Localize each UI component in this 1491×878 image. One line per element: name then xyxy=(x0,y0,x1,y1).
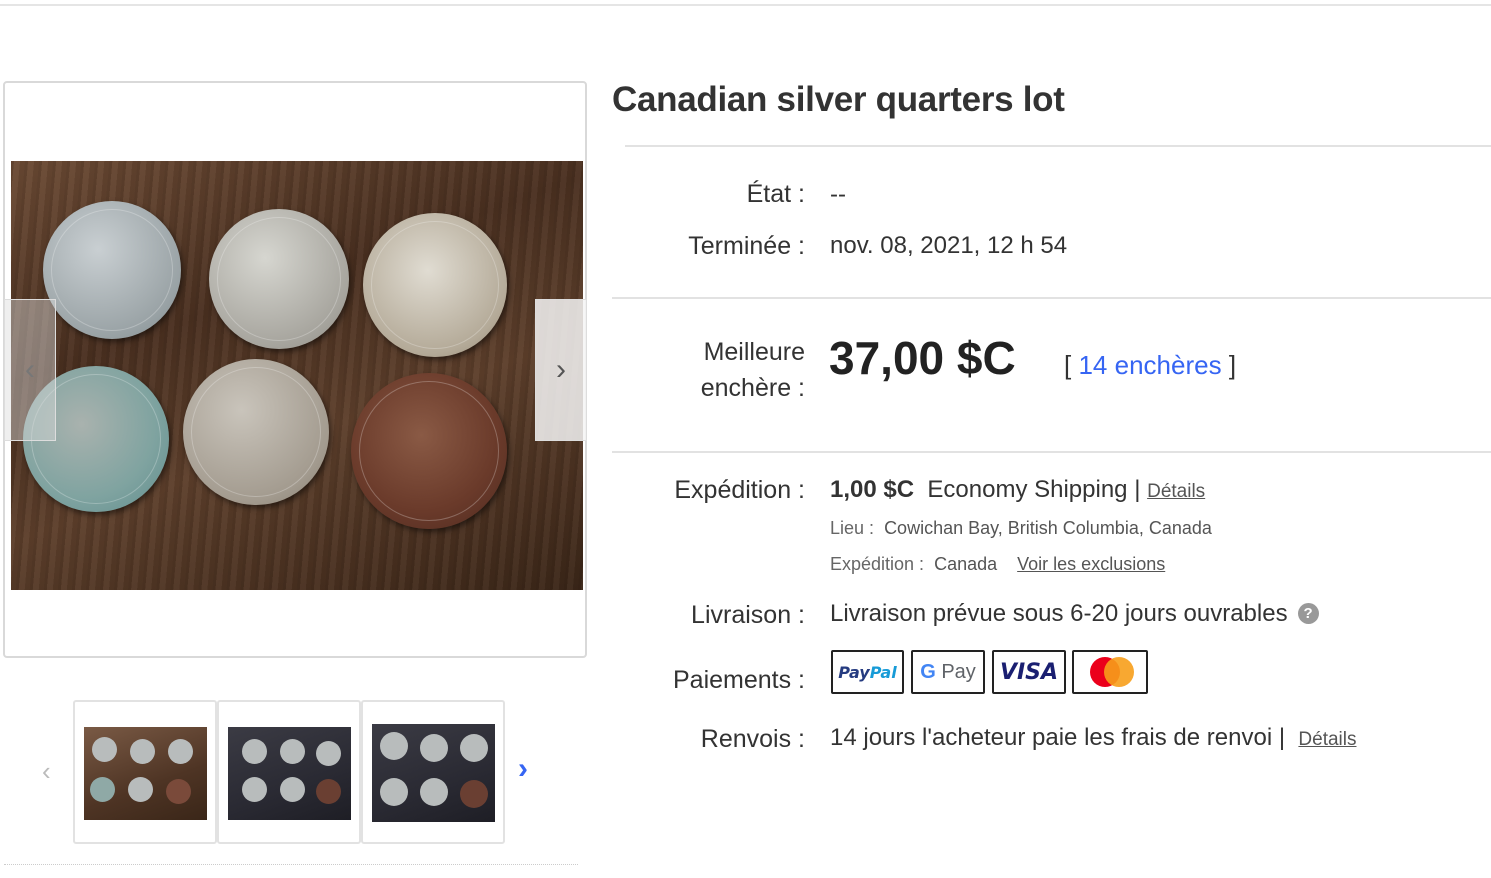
image-prev-button[interactable]: ‹ xyxy=(4,299,56,441)
delivery-value: Livraison prévue sous 6-20 jours ouvrabl… xyxy=(830,600,1288,627)
best-bid-label: Meilleure enchère : xyxy=(701,334,805,406)
best-bid-label-line2: enchère : xyxy=(700,374,805,402)
separator: | xyxy=(1134,476,1141,503)
thumbnail-3[interactable] xyxy=(361,700,505,844)
paypal-logo: PayPal xyxy=(831,650,904,694)
condition-value: -- xyxy=(830,181,846,208)
returns-row: 14 jours l'acheteur paie les frais de re… xyxy=(830,724,1356,752)
best-bid-price: 37,00 $C xyxy=(829,332,1016,384)
returns-value: 14 jours l'acheteur paie les frais de re… xyxy=(830,724,1286,751)
shipping-details-link[interactable]: Détails xyxy=(1147,481,1205,502)
item-location: Lieu : Cowichan Bay, British Columbia, C… xyxy=(830,518,1212,539)
coin-image xyxy=(183,359,329,505)
bracket-open: [ xyxy=(1064,350,1072,380)
image-next-button[interactable]: › xyxy=(535,299,587,441)
returns-details-link[interactable]: Détails xyxy=(1298,729,1356,750)
shipping-method: Economy Shipping xyxy=(927,476,1128,503)
divider xyxy=(612,451,1491,453)
thumbnail-strip: ‹ › xyxy=(40,700,540,846)
divider xyxy=(4,864,578,865)
shipping-price: 1,00 $C xyxy=(830,476,915,503)
coin-image xyxy=(351,373,507,529)
location-label: Lieu : xyxy=(830,518,875,538)
main-product-photo[interactable] xyxy=(11,161,583,590)
chevron-left-icon: ‹ xyxy=(25,353,35,386)
help-icon[interactable]: ? xyxy=(1297,603,1319,624)
exclusions-link[interactable]: Voir les exclusions xyxy=(1017,554,1165,574)
listing-title: Canadian silver quarters lot xyxy=(612,80,1065,119)
bracket-close: ] xyxy=(1228,350,1237,380)
thumbnail-image xyxy=(372,724,495,822)
ended-value: nov. 08, 2021, 12 h 54 xyxy=(830,232,1068,259)
best-bid-label-line1: Meilleure xyxy=(703,338,805,366)
thumbnail-2[interactable] xyxy=(217,700,361,844)
thumbnail-image xyxy=(228,727,351,820)
coin-image xyxy=(363,213,507,357)
payments-label: Paiements : xyxy=(672,666,805,694)
top-header-bar xyxy=(0,0,1491,6)
bid-history-link[interactable]: 14 enchères xyxy=(1078,350,1221,380)
ended-label: Terminée : xyxy=(688,232,805,260)
mastercard-logo xyxy=(1072,650,1148,694)
thumbnail-1[interactable] xyxy=(73,700,217,844)
divider xyxy=(612,297,1491,299)
visa-logo: VISA xyxy=(992,650,1066,694)
location-value: Cowichan Bay, British Columbia, Canada xyxy=(884,518,1212,538)
coin-image xyxy=(209,209,349,349)
returns-label: Renvois : xyxy=(700,725,805,753)
bid-count: [ 14 enchères ] xyxy=(1064,350,1236,381)
delivery-estimate: Livraison prévue sous 6-20 jours ouvrabl… xyxy=(830,600,1319,628)
thumbnail-image xyxy=(84,727,207,820)
ships-to: Expédition : Canada Voir les exclusions xyxy=(830,554,1165,575)
shipping-label: Expédition : xyxy=(674,476,805,504)
ships-to-value: Canada xyxy=(934,554,998,574)
mastercard-icon xyxy=(1086,657,1134,687)
chevron-right-icon: › xyxy=(556,353,566,386)
thumbnail-prev-icon[interactable]: ‹ xyxy=(42,756,51,787)
shipping-row: 1,00 $C Economy Shipping | Détails xyxy=(830,476,1205,504)
google-pay-logo: G Pay xyxy=(911,650,985,694)
condition-label: État : xyxy=(746,180,805,208)
main-image-viewer: ‹ › xyxy=(3,81,587,658)
delivery-label: Livraison : xyxy=(691,601,805,629)
thumbnail-next-icon[interactable]: › xyxy=(518,752,528,786)
ships-to-label: Expédition : xyxy=(830,554,925,574)
divider xyxy=(625,145,1491,147)
coin-image xyxy=(43,201,181,339)
